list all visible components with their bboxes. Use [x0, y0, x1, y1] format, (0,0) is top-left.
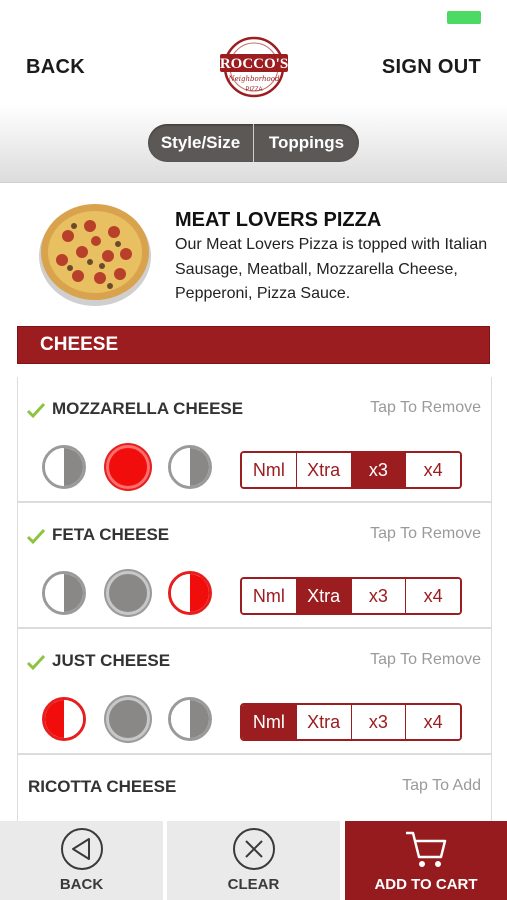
- svg-text:ROCCO'S: ROCCO'S: [220, 56, 288, 72]
- product-title: MEAT LOVERS PIZZA: [175, 209, 382, 231]
- add-to-cart-label: ADD TO CART: [374, 876, 478, 893]
- topping-name: RICOTTA CHEESE: [28, 777, 177, 796]
- checkmark-icon: [26, 654, 46, 671]
- pizza-image: [39, 204, 151, 306]
- right-half-button[interactable]: [168, 571, 212, 615]
- back-circle-icon: [60, 828, 103, 870]
- tap-to-add-label[interactable]: Tap To Add: [402, 777, 481, 795]
- status-bar: [0, 0, 507, 30]
- header-back-button[interactable]: BACK: [26, 56, 85, 79]
- header: BACK ROCCO'S Neighborhood PIZZA SIGN OUT: [0, 30, 507, 105]
- checkmark-icon: [26, 528, 46, 545]
- battery-icon: [447, 11, 481, 24]
- cart-icon: [406, 831, 447, 867]
- svg-text:Neighborhood: Neighborhood: [228, 75, 280, 83]
- amount-x3[interactable]: x3: [351, 705, 407, 739]
- amount-nml[interactable]: Nml: [242, 453, 297, 487]
- amount-nml[interactable]: Nml: [242, 579, 297, 613]
- tap-to-remove-label[interactable]: Tap To Remove: [370, 399, 481, 417]
- roccos-logo: ROCCO'S Neighborhood PIZZA: [220, 36, 288, 98]
- topping-row-mozzarella[interactable]: MOZZARELLA CHEESE Tap To Remove Nml Xtra…: [18, 377, 491, 503]
- topping-list[interactable]: MOZZARELLA CHEESE Tap To Remove Nml Xtra…: [17, 377, 492, 821]
- svg-text:PIZZA: PIZZA: [245, 87, 262, 93]
- topping-name: JUST CHEESE: [52, 651, 171, 670]
- tap-to-remove-label[interactable]: Tap To Remove: [370, 525, 481, 543]
- topping-row-feta[interactable]: FETA CHEESE Tap To Remove Nml Xtra x3 x4: [18, 503, 491, 629]
- topping-name: MOZZARELLA CHEESE: [52, 399, 244, 418]
- amount-selector: Nml Xtra x3 x4: [240, 703, 462, 741]
- left-half-button[interactable]: [42, 571, 86, 615]
- add-to-cart-button[interactable]: ADD TO CART: [345, 821, 507, 900]
- amount-x4[interactable]: x4: [406, 453, 460, 487]
- left-half-button[interactable]: [42, 445, 86, 489]
- bottom-back-label: BACK: [59, 876, 104, 893]
- amount-selector: Nml Xtra x3 x4: [240, 451, 462, 489]
- section-header-cheese: CHEESE: [17, 326, 490, 364]
- amount-xtra[interactable]: Xtra: [296, 705, 352, 739]
- topping-name: FETA CHEESE: [52, 525, 170, 544]
- amount-x3[interactable]: x3: [351, 579, 407, 613]
- product-description: Our Meat Lovers Pizza is topped with Ita…: [175, 236, 488, 302]
- whole-pizza-button[interactable]: [106, 571, 150, 615]
- right-half-button[interactable]: [168, 697, 212, 741]
- sign-out-button[interactable]: SIGN OUT: [382, 56, 481, 79]
- segmented-control: Style/Size Toppings: [148, 124, 359, 162]
- bottom-back-button[interactable]: BACK: [0, 821, 163, 900]
- section-title: CHEESE: [40, 334, 119, 355]
- tab-style-size[interactable]: Style/Size: [148, 124, 254, 162]
- tap-to-remove-label[interactable]: Tap To Remove: [370, 651, 481, 669]
- topping-row-just-cheese[interactable]: JUST CHEESE Tap To Remove Nml Xtra x3 x4: [18, 629, 491, 755]
- clear-button[interactable]: CLEAR: [167, 821, 340, 900]
- tab-bar: Style/Size Toppings: [0, 104, 507, 183]
- right-half-button[interactable]: [168, 445, 212, 489]
- amount-x4[interactable]: x4: [406, 579, 460, 613]
- checkmark-icon: [26, 402, 46, 419]
- amount-xtra[interactable]: Xtra: [296, 579, 352, 613]
- whole-pizza-button[interactable]: [106, 445, 150, 489]
- clear-x-icon: [232, 828, 275, 870]
- clear-label: CLEAR: [227, 876, 280, 893]
- amount-xtra[interactable]: Xtra: [296, 453, 352, 487]
- bottom-toolbar: BACK CLEAR ADD TO CART: [0, 821, 507, 900]
- whole-pizza-button[interactable]: [106, 697, 150, 741]
- amount-x3[interactable]: x3: [351, 453, 407, 487]
- left-half-button[interactable]: [42, 697, 86, 741]
- amount-x4[interactable]: x4: [406, 705, 460, 739]
- amount-nml[interactable]: Nml: [242, 705, 297, 739]
- amount-selector: Nml Xtra x3 x4: [240, 577, 462, 615]
- topping-row-ricotta[interactable]: RICOTTA CHEESE Tap To Add: [18, 755, 491, 821]
- tab-toppings[interactable]: Toppings: [254, 124, 359, 162]
